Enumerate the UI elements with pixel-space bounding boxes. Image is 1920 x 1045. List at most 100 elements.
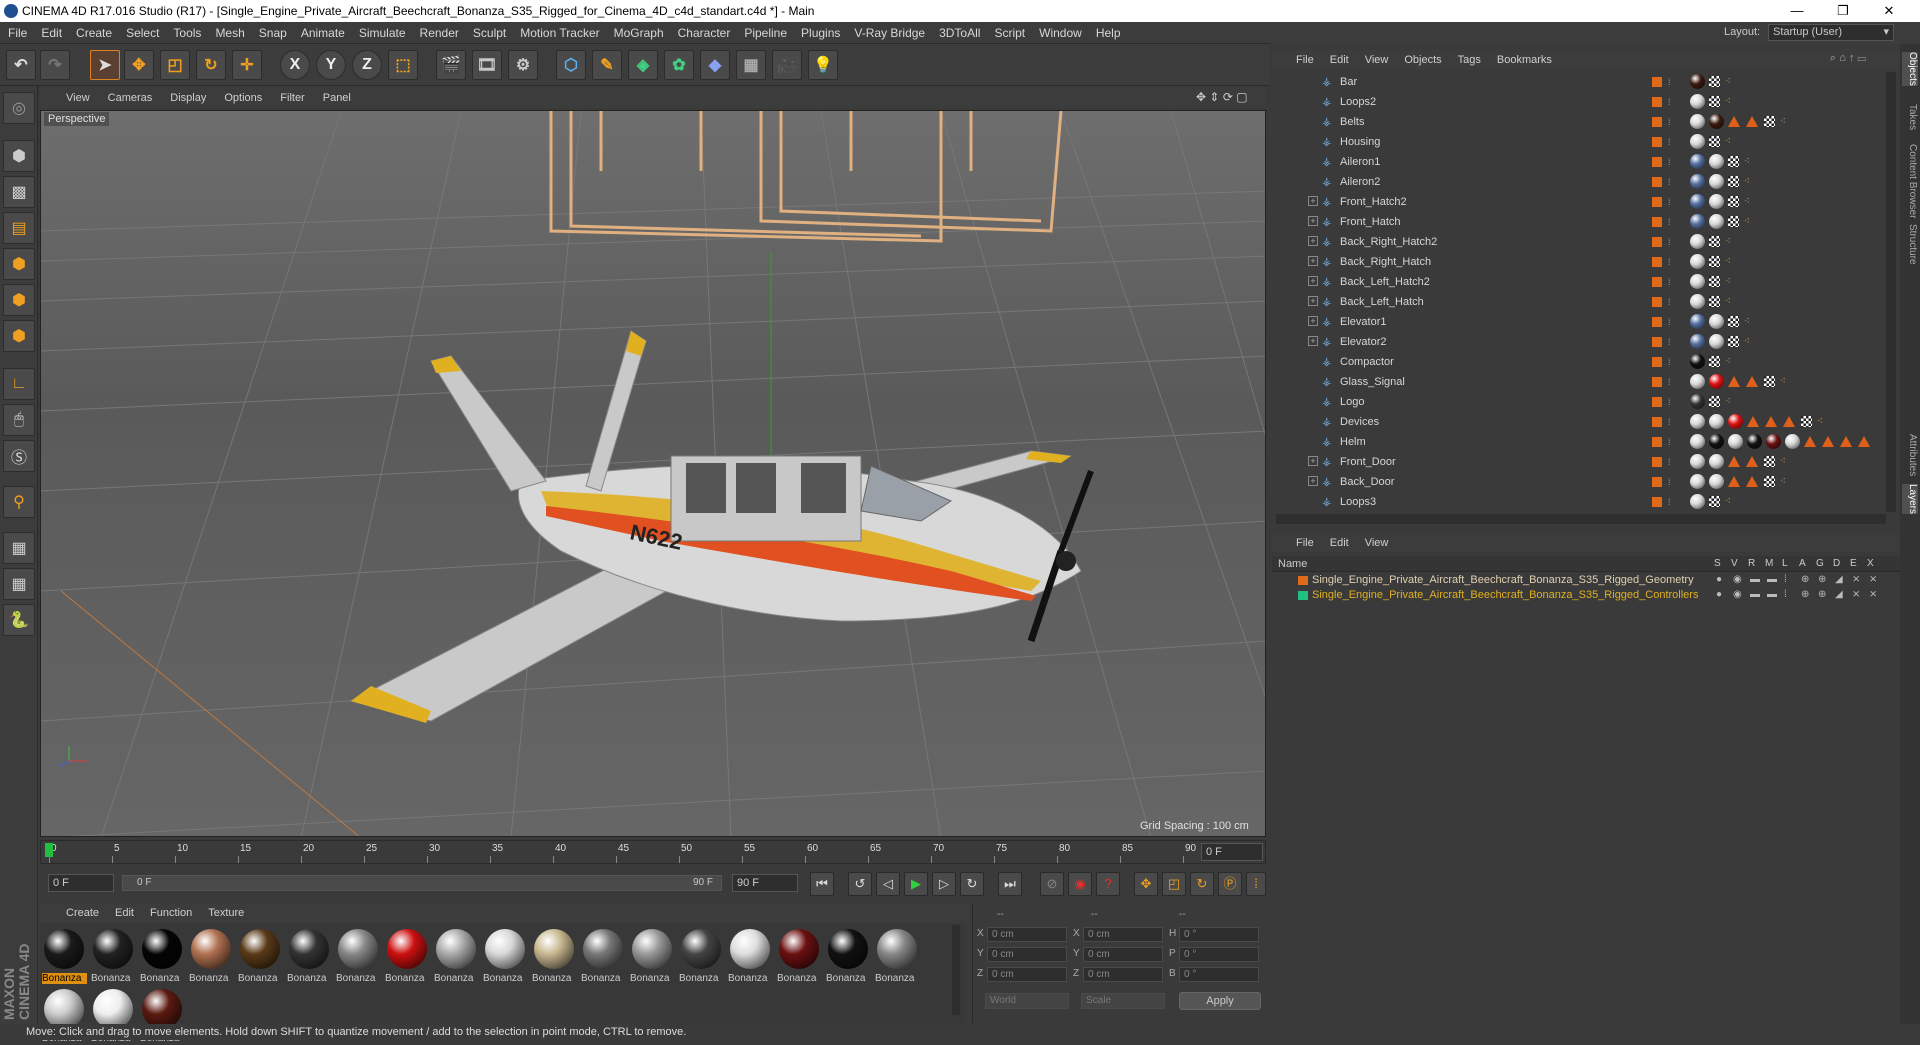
- visibility-dots-icon[interactable]: ⁞: [1668, 257, 1674, 267]
- dots-tag-icon[interactable]: ⁖: [1744, 336, 1750, 347]
- material-tag-icon[interactable]: [1709, 114, 1724, 129]
- render-settings-button[interactable]: ⚙: [508, 50, 538, 80]
- dots-tag-icon[interactable]: ⁖: [1780, 116, 1786, 127]
- material-menu-item[interactable]: Texture: [208, 907, 244, 919]
- checker-tag-icon[interactable]: [1728, 336, 1739, 347]
- dots-tag-icon[interactable]: ⁖: [1725, 396, 1731, 407]
- menu-item[interactable]: Snap: [259, 26, 287, 40]
- workplane-mode-button[interactable]: ▤: [3, 212, 35, 244]
- layer-menu-item[interactable]: Edit: [1330, 537, 1349, 549]
- dots-tag-icon[interactable]: ⁖: [1725, 276, 1731, 287]
- material-swatch[interactable]: Bonanza: [679, 927, 724, 985]
- model-mode-button[interactable]: ⬢: [3, 140, 35, 172]
- expand-icon[interactable]: +: [1308, 316, 1318, 326]
- layer-toggle-icon[interactable]: ◢: [1835, 589, 1843, 600]
- visibility-dots-icon[interactable]: ⁞: [1668, 117, 1674, 127]
- visibility-dots-icon[interactable]: ⁞: [1668, 397, 1674, 407]
- object-row[interactable]: ⚶ Loops2 ⁞ ⁖: [1272, 92, 1892, 112]
- visibility-dots-icon[interactable]: ⁞: [1668, 417, 1674, 427]
- timeline-ruler[interactable]: 0 5 10 15 20 25 30 35 40 45 50 55 60 65 70 75 80 85 90 0 F: [40, 840, 1266, 864]
- layer-color-swatch[interactable]: [1652, 77, 1662, 87]
- redo-button[interactable]: ↷: [40, 50, 70, 80]
- menu-item[interactable]: Character: [678, 26, 731, 40]
- material-tag-icon[interactable]: [1690, 454, 1705, 469]
- material-swatch[interactable]: Bonanza: [91, 927, 136, 985]
- go-to-start-button[interactable]: ⏮: [810, 872, 834, 896]
- layer-color-swatch[interactable]: [1298, 591, 1308, 600]
- material-tag-icon[interactable]: [1709, 334, 1724, 349]
- object-row[interactable]: ⚶ Bar ⁞ ⁖: [1272, 72, 1892, 92]
- go-to-end-button[interactable]: ⏭: [998, 872, 1022, 896]
- side-tab[interactable]: Structure: [1902, 224, 1918, 265]
- triangle-tag-icon[interactable]: [1728, 116, 1740, 127]
- layer-menu-item[interactable]: File: [1296, 537, 1314, 549]
- material-tag-icon[interactable]: [1690, 254, 1705, 269]
- material-swatch[interactable]: Bonanza: [728, 927, 773, 985]
- menu-item[interactable]: Tools: [173, 26, 201, 40]
- material-tag-icon[interactable]: [1747, 434, 1762, 449]
- side-tab[interactable]: Layers: [1902, 484, 1918, 515]
- layer-toggle-icon[interactable]: ◉: [1733, 574, 1742, 585]
- layer-toggle-icon[interactable]: ⁞: [1784, 589, 1787, 600]
- material-tag-icon[interactable]: [1709, 214, 1724, 229]
- layer-color-swatch[interactable]: [1652, 437, 1662, 447]
- render-picture-viewer-button[interactable]: 🎞: [472, 50, 502, 80]
- material-tag-icon[interactable]: [1709, 434, 1724, 449]
- material-tag-icon[interactable]: [1690, 434, 1705, 449]
- material-tag-icon[interactable]: [1690, 374, 1705, 389]
- visibility-dots-icon[interactable]: ⁞: [1668, 97, 1674, 107]
- layer-color-swatch[interactable]: [1652, 477, 1662, 487]
- object-row[interactable]: ⚶ Devices ⁞ ⁖: [1272, 412, 1892, 432]
- size-field[interactable]: 0 cm: [1083, 947, 1163, 962]
- make-editable-button[interactable]: ◎: [3, 92, 35, 124]
- checker-tag-icon[interactable]: [1764, 376, 1775, 387]
- material-tag-icon[interactable]: [1690, 114, 1705, 129]
- timeline-playhead[interactable]: [45, 843, 53, 857]
- menu-item[interactable]: Mesh: [215, 26, 244, 40]
- layer-color-swatch[interactable]: [1652, 317, 1662, 327]
- material-menu-item[interactable]: Edit: [115, 907, 134, 919]
- triangle-tag-icon[interactable]: [1858, 436, 1870, 447]
- layer-color-swatch[interactable]: [1652, 457, 1662, 467]
- visibility-dots-icon[interactable]: ⁞: [1668, 477, 1674, 487]
- position-field[interactable]: 0 cm: [987, 967, 1067, 982]
- material-swatch[interactable]: Bonanza: [434, 927, 479, 985]
- layer-toggle-icon[interactable]: ▬: [1750, 574, 1760, 585]
- dots-tag-icon[interactable]: ⁖: [1744, 176, 1750, 187]
- layer-color-swatch[interactable]: [1652, 237, 1662, 247]
- material-swatch[interactable]: Bonanza: [385, 927, 430, 985]
- checker-tag-icon[interactable]: [1709, 256, 1720, 267]
- dots-tag-icon[interactable]: ⁖: [1725, 76, 1731, 87]
- layer-color-swatch[interactable]: [1652, 337, 1662, 347]
- live-selection-button[interactable]: ✛: [232, 50, 262, 80]
- menu-item[interactable]: Pipeline: [744, 26, 787, 40]
- expand-icon[interactable]: +: [1308, 236, 1318, 246]
- dots-tag-icon[interactable]: ⁖: [1780, 456, 1786, 467]
- checker-tag-icon[interactable]: [1728, 156, 1739, 167]
- axis-mode-button[interactable]: ∟: [3, 368, 35, 400]
- object-row[interactable]: + ⚶ Elevator1 ⁞ ⁖: [1272, 312, 1892, 332]
- checker-tag-icon[interactable]: [1728, 216, 1739, 227]
- expand-icon[interactable]: +: [1308, 256, 1318, 266]
- visibility-dots-icon[interactable]: ⁞: [1668, 197, 1674, 207]
- checker-tag-icon[interactable]: [1728, 176, 1739, 187]
- layer-row[interactable]: Single_Engine_Private_Aircraft_Beechcraf…: [1272, 573, 1900, 588]
- layout-select[interactable]: Startup (User) ▾: [1768, 24, 1894, 41]
- layer-menu-item[interactable]: View: [1365, 537, 1389, 549]
- layer-toggle-icon[interactable]: ⨯: [1869, 574, 1877, 585]
- keyframe-selection-button[interactable]: ?: [1096, 872, 1120, 896]
- triangle-tag-icon[interactable]: [1783, 416, 1795, 427]
- position-field[interactable]: 0 cm: [987, 927, 1067, 942]
- material-tag-icon[interactable]: [1690, 414, 1705, 429]
- search-icon[interactable]: ⌕: [1830, 52, 1836, 64]
- deformer-button[interactable]: ◆: [700, 50, 730, 80]
- size-mode-select[interactable]: Scale: [1081, 993, 1165, 1009]
- object-row[interactable]: ⚶ Glass_Signal ⁞ ⁖: [1272, 372, 1892, 392]
- layer-toggle-icon[interactable]: ▬: [1767, 589, 1777, 600]
- dots-tag-icon[interactable]: ⁖: [1817, 416, 1823, 427]
- layer-toggle-icon[interactable]: ⊕: [1801, 589, 1809, 600]
- material-tag-icon[interactable]: [1766, 434, 1781, 449]
- cloner-button[interactable]: ✿: [664, 50, 694, 80]
- object-row[interactable]: + ⚶ Back_Door ⁞ ⁖: [1272, 472, 1892, 492]
- points-mode-button[interactable]: ⬢: [3, 248, 35, 280]
